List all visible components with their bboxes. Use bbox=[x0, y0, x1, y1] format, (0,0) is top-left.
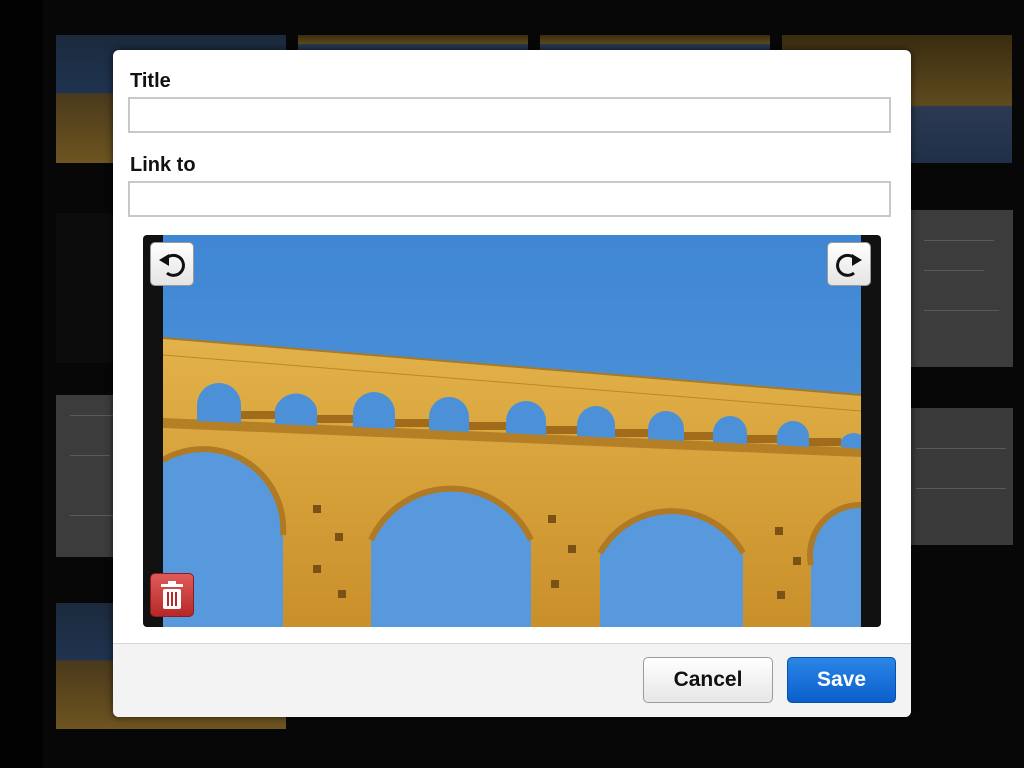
edit-image-dialog: Title Link to Cancel Save bbox=[113, 50, 911, 717]
gallery-thumbnail[interactable] bbox=[540, 35, 770, 51]
gallery-thumbnail[interactable] bbox=[910, 210, 1013, 367]
link-to-input[interactable] bbox=[128, 181, 891, 217]
aqueduct-illustration bbox=[163, 337, 861, 627]
rotate-left-button[interactable] bbox=[150, 242, 194, 286]
link-to-label: Link to bbox=[130, 154, 196, 176]
dialog-footer: Cancel Save bbox=[113, 643, 911, 717]
rotate-left-icon bbox=[159, 253, 185, 277]
trash-icon bbox=[161, 581, 183, 609]
rotate-right-button[interactable] bbox=[827, 242, 871, 286]
gallery-thumbnail[interactable] bbox=[298, 35, 528, 51]
cancel-button[interactable]: Cancel bbox=[643, 657, 773, 703]
rotate-right-icon bbox=[836, 253, 862, 277]
image-preview-frame bbox=[143, 235, 881, 627]
aqueduct-photo bbox=[163, 235, 861, 627]
delete-image-button[interactable] bbox=[150, 573, 194, 617]
gallery-thumbnail[interactable] bbox=[910, 408, 1013, 545]
title-label: Title bbox=[130, 70, 171, 92]
title-input[interactable] bbox=[128, 97, 891, 133]
save-button[interactable]: Save bbox=[787, 657, 896, 703]
